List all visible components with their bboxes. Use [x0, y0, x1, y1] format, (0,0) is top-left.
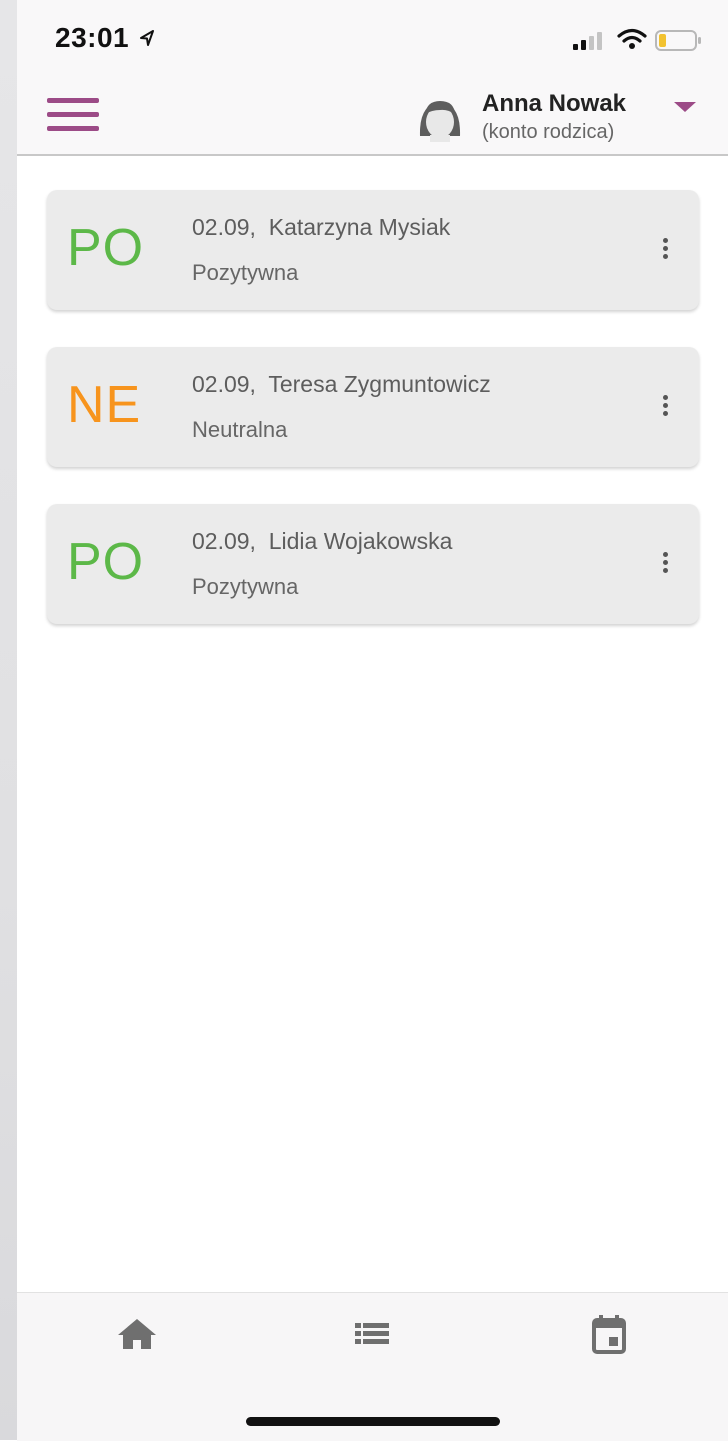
- card-teacher: Teresa Zygmuntowicz: [268, 371, 491, 397]
- user-name[interactable]: Anna Nowak: [482, 90, 626, 118]
- status-bar: 23:01: [17, 0, 728, 78]
- list-icon[interactable]: [348, 1313, 396, 1357]
- more-vert-icon[interactable]: [653, 552, 677, 578]
- user-avatar-icon[interactable]: [415, 92, 465, 142]
- app-header: Anna Nowak (konto rodzica): [17, 78, 728, 156]
- card-title: 02.09, Katarzyna Mysiak: [192, 214, 450, 241]
- status-time: 23:01: [55, 22, 130, 53]
- card-badge: NE: [67, 376, 142, 434]
- card-date: 02.09,: [192, 371, 256, 397]
- more-vert-icon[interactable]: [653, 395, 677, 421]
- background-edge: [0, 0, 17, 1440]
- calendar-icon[interactable]: [585, 1313, 633, 1357]
- card-badge: PO: [67, 219, 145, 277]
- card-date: 02.09,: [192, 528, 256, 554]
- signal-icon: [573, 32, 602, 50]
- hamburger-icon[interactable]: [47, 98, 103, 134]
- list-item[interactable]: PO 02.09, Lidia Wojakowska Pozytywna: [47, 504, 699, 624]
- bottom-navigation: [17, 1292, 728, 1441]
- list-item[interactable]: NE 02.09, Teresa Zygmuntowicz Neutralna: [47, 347, 699, 467]
- card-teacher: Lidia Wojakowska: [268, 528, 453, 554]
- card-status: Neutralna: [192, 417, 288, 442]
- card-date: 02.09,: [192, 214, 256, 240]
- battery-icon: [655, 30, 701, 51]
- app-screen: 23:01 Anna Nowak (konto rodzica) PO 02.0…: [17, 0, 728, 1441]
- user-role: (konto rodzica): [482, 121, 615, 143]
- card-title: 02.09, Lidia Wojakowska: [192, 528, 452, 555]
- wifi-icon: [617, 28, 647, 49]
- caret-down-icon[interactable]: [672, 100, 698, 114]
- home-indicator: [246, 1417, 500, 1426]
- card-badge: PO: [67, 533, 145, 591]
- card-title: 02.09, Teresa Zygmuntowicz: [192, 371, 491, 398]
- remarks-list: PO 02.09, Katarzyna Mysiak Pozytywna NE …: [47, 190, 699, 661]
- location-arrow-icon: [140, 30, 154, 46]
- card-status: Pozytywna: [192, 260, 299, 285]
- home-icon[interactable]: [113, 1313, 161, 1357]
- list-item[interactable]: PO 02.09, Katarzyna Mysiak Pozytywna: [47, 190, 699, 310]
- card-teacher: Katarzyna Mysiak: [268, 214, 451, 240]
- more-vert-icon[interactable]: [653, 238, 677, 264]
- card-status: Pozytywna: [192, 574, 299, 599]
